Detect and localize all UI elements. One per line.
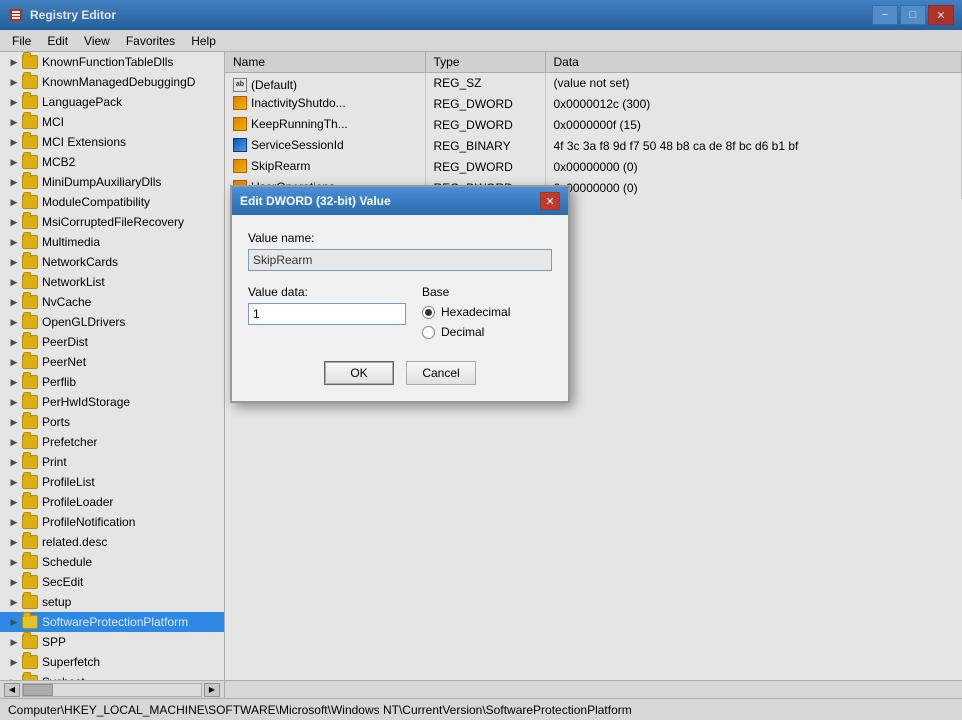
- cancel-button[interactable]: Cancel: [406, 361, 476, 385]
- dialog-title: Edit DWORD (32-bit) Value: [240, 194, 391, 208]
- base-label: Base: [422, 285, 552, 299]
- radio-dec-option[interactable]: Decimal: [422, 325, 552, 339]
- registry-editor-window: Registry Editor − □ ✕ File Edit View Fav…: [0, 0, 962, 720]
- value-name-input[interactable]: [248, 249, 552, 271]
- value-name-label: Value name:: [248, 231, 552, 245]
- value-data-row: Value data: Base Hexadecimal Decimal: [248, 285, 552, 345]
- radio-dec-label: Decimal: [441, 325, 484, 339]
- value-data-input[interactable]: [248, 303, 406, 325]
- dialog-content: Value name: Value data: Base Hexadecimal: [232, 215, 568, 401]
- base-group: Base Hexadecimal Decimal: [422, 285, 552, 345]
- dialog-buttons: OK Cancel: [248, 361, 552, 385]
- dialog-close-button[interactable]: ✕: [540, 192, 560, 210]
- value-data-label: Value data:: [248, 285, 406, 299]
- dialog-overlay: Edit DWORD (32-bit) Value ✕ Value name: …: [0, 0, 962, 720]
- radio-hex-option[interactable]: Hexadecimal: [422, 305, 552, 319]
- radio-dec-input[interactable]: [422, 326, 435, 339]
- radio-hex-label: Hexadecimal: [441, 305, 510, 319]
- edit-dword-dialog: Edit DWORD (32-bit) Value ✕ Value name: …: [230, 185, 570, 403]
- ok-button[interactable]: OK: [324, 361, 394, 385]
- dialog-title-bar: Edit DWORD (32-bit) Value ✕: [232, 187, 568, 215]
- radio-hex-input[interactable]: [422, 306, 435, 319]
- value-data-section: Value data:: [248, 285, 406, 345]
